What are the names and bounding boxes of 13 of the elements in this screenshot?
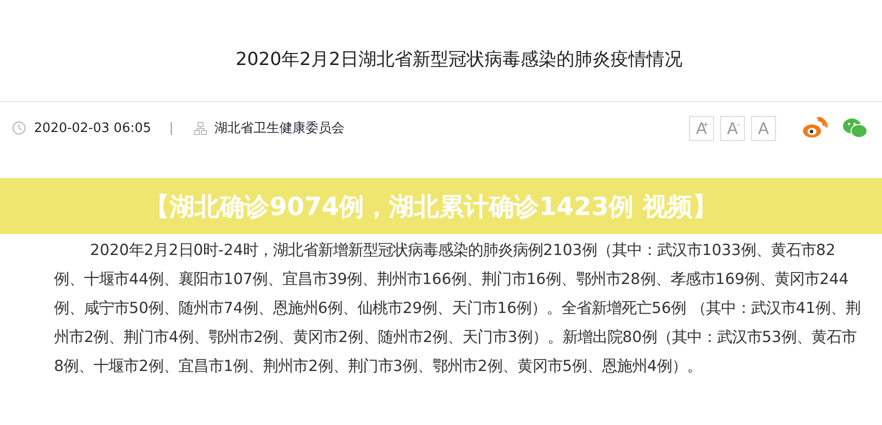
separator: | bbox=[169, 120, 174, 136]
font-size-button[interactable]: A$^{-}$ bbox=[720, 116, 745, 140]
banner-text: 【湖北确诊9074例，湖北累计确诊1423例 视频】 bbox=[144, 190, 718, 222]
font-size-button[interactable]: A bbox=[751, 116, 776, 140]
publish-date: 2020-02-03 06:05 bbox=[34, 120, 152, 136]
source-name: 湖北省卫生健康委员会 bbox=[214, 120, 345, 137]
wechat-icon[interactable] bbox=[842, 117, 868, 139]
clock-icon bbox=[12, 121, 26, 135]
org-chart-icon bbox=[194, 122, 207, 134]
weibo-icon[interactable] bbox=[802, 117, 828, 139]
font-size-button[interactable]: A$^{+}$ bbox=[689, 116, 714, 140]
article-paragraph: 2020年2月2日0时-24时，湖北省新增新型冠状病毒感染的肺炎病例2103例（其中：武汉市1033例、黄石市82例、十堰市44例、襄阳市107例、宜昌市39例、荆州市166例、荆门市16例、鄂州市28例、孝感市169例、黄冈市244例、咸宁市50例、随州市74例、恩施州6例、仙桃市29例、天门市16例）。全省新增死亡56例 （其中：武汉市41例、荆州市2例、荆门市4例、鄂州市2例、黄冈市2例、随州市2例、天门市3例）。新增出院80例（其中：武汉市53例、黄石市8例、十堰市2例、宜昌市1例、荆州市2例、荆门市3例、鄂州市2例、黄冈市5例、恩施州4例）。 bbox=[54, 240, 862, 377]
article-title: 2020年2月2日湖北省新型冠状病毒感染的肺炎疫情情况 bbox=[234, 48, 684, 72]
